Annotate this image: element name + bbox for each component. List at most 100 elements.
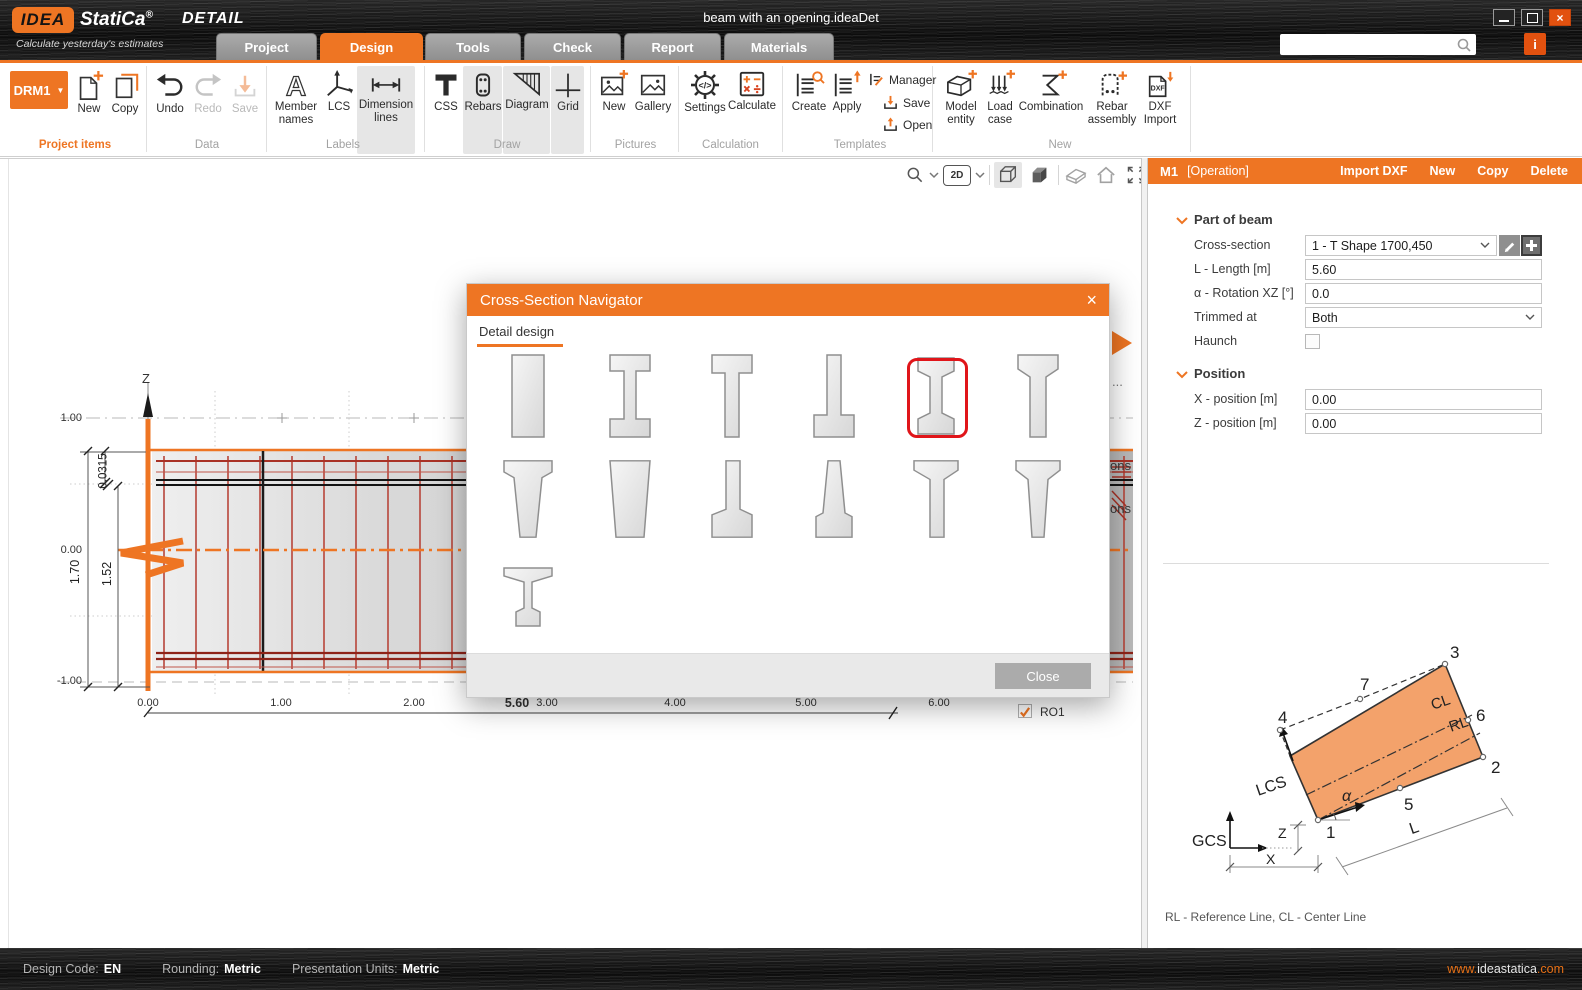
save-button[interactable]: Save — [227, 72, 263, 116]
zoom-dropdown-icon[interactable] — [929, 171, 939, 179]
diagram-point-label: 6 — [1476, 706, 1485, 726]
z-position-label: Z - position [m] — [1194, 416, 1277, 430]
z-position-input[interactable] — [1305, 413, 1542, 434]
diagram-button[interactable]: Diagram — [504, 70, 550, 112]
calculator-icon — [737, 69, 767, 99]
css-button[interactable]: CSS — [430, 70, 462, 114]
info-button[interactable]: i — [1524, 33, 1546, 55]
rotation-input[interactable] — [1305, 283, 1542, 304]
close-button[interactable]: × — [1549, 9, 1571, 26]
t-section-icon — [432, 70, 460, 100]
clip-view-icon[interactable] — [1063, 165, 1089, 185]
add-cross-section-button[interactable] — [1521, 235, 1542, 256]
combination-button[interactable]: Combination — [1018, 70, 1084, 114]
shape-t-flange-web-taper[interactable] — [1006, 459, 1070, 539]
shape-t-section[interactable] — [700, 353, 764, 439]
load-case-button[interactable]: Load case — [981, 70, 1019, 127]
x-position-input[interactable] — [1305, 389, 1542, 410]
dxf-import-button[interactable]: DXF DXF Import — [1138, 70, 1182, 127]
shape-t-tapered[interactable] — [1006, 353, 1070, 439]
calculate-button[interactable]: Calculate — [729, 69, 775, 113]
length-input[interactable] — [1305, 259, 1542, 280]
view-2d-button[interactable]: 2D — [943, 165, 971, 186]
clipped-label: ons — [1110, 501, 1131, 516]
home-view-icon[interactable] — [1093, 165, 1119, 185]
template-create-button[interactable]: Create — [789, 70, 829, 114]
tab-tools[interactable]: Tools — [425, 33, 521, 60]
minimize-button[interactable] — [1493, 9, 1515, 26]
grid-button[interactable]: Grid — [552, 70, 584, 114]
member-names-button[interactable]: A Member names — [270, 70, 322, 127]
length-label: L - Length [m] — [1194, 262, 1271, 276]
minimize-icon — [1499, 20, 1509, 22]
dimension-lines-button[interactable]: Dimension lines — [358, 70, 414, 125]
dialog-tab-detail-design[interactable]: Detail design — [479, 324, 554, 339]
import-dxf-button[interactable]: Import DXF — [1340, 164, 1407, 178]
gallery-button[interactable]: Gallery — [632, 70, 674, 114]
delete-operation-button[interactable]: Delete — [1530, 164, 1568, 178]
tab-check[interactable]: Check — [524, 33, 621, 60]
shape-t-flange-taper[interactable] — [904, 459, 968, 539]
search-input[interactable] — [1285, 35, 1456, 54]
rebars-button[interactable]: Rebars — [464, 70, 502, 114]
template-save-button[interactable]: Save — [883, 95, 930, 110]
tab-design[interactable]: Design — [320, 33, 423, 60]
diagram-alpha-label: α — [1342, 788, 1351, 806]
solid-view-icon[interactable] — [1026, 162, 1054, 188]
haunch-checkbox[interactable] — [1305, 334, 1320, 349]
template-apply-button[interactable]: Apply — [829, 70, 865, 114]
tab-materials[interactable]: Materials — [724, 33, 834, 60]
grid-cross-icon — [554, 70, 582, 100]
trimmed-at-select[interactable]: Both — [1305, 307, 1542, 328]
drm1-selector[interactable]: DRM1 ▼ — [10, 71, 68, 109]
dialog-close-icon[interactable]: × — [1086, 291, 1097, 309]
lcs-button[interactable]: LCS — [324, 70, 354, 114]
shape-rectangle[interactable] — [496, 353, 560, 439]
dialog-close-button[interactable]: Close — [995, 663, 1091, 689]
flyout-arrow-icon — [1112, 331, 1132, 355]
settings-button[interactable]: </> Settings — [683, 69, 727, 115]
shape-i-section[interactable] — [598, 353, 662, 439]
hatched-diagram-icon — [512, 70, 542, 98]
shape-t-taper-web[interactable] — [496, 459, 560, 539]
new-operation-button[interactable]: New — [1430, 164, 1456, 178]
shape-trapezoid[interactable] — [598, 459, 662, 539]
shape-inverted-t-tapered[interactable] — [700, 459, 764, 539]
section-chevron-icon[interactable] — [1176, 370, 1188, 379]
picture-new-button[interactable]: New — [597, 70, 631, 114]
section-chevron-icon[interactable] — [1176, 216, 1188, 225]
shape-bulb-t[interactable] — [500, 566, 556, 628]
template-open-button[interactable]: Open — [883, 117, 932, 132]
group-label-templates: Templates — [800, 139, 920, 151]
panel-splitter[interactable] — [1141, 158, 1148, 948]
maximize-button[interactable] — [1521, 9, 1543, 26]
ro1-checkbox[interactable] — [1018, 704, 1032, 718]
module-name: DETAIL — [182, 10, 245, 28]
copy-project-item-button[interactable]: Copy — [108, 70, 142, 116]
x-axis-label: 1.00 — [264, 697, 298, 709]
undo-button[interactable]: Undo — [152, 72, 188, 116]
fit-view-icon[interactable] — [1123, 165, 1141, 185]
rebar-assembly-button[interactable]: Rebar assembly — [1086, 70, 1138, 127]
copy-operation-button[interactable]: Copy — [1477, 164, 1508, 178]
template-apply-icon — [831, 70, 863, 100]
tab-report[interactable]: Report — [624, 33, 721, 60]
model-entity-icon — [944, 70, 978, 100]
website-link[interactable]: www.ideastatica.com — [1447, 962, 1564, 976]
group-separator — [678, 66, 679, 152]
wireframe-view-icon[interactable] — [994, 162, 1022, 188]
shape-inverted-t[interactable] — [802, 353, 866, 439]
model-entity-button[interactable]: Model entity — [938, 70, 984, 127]
design-code-value: EN — [104, 962, 121, 976]
cross-section-select[interactable]: 1 - T Shape 1700,450 — [1305, 235, 1497, 256]
gear-icon: </> — [689, 69, 721, 101]
view-dropdown-icon[interactable] — [975, 171, 985, 179]
new-project-item-button[interactable]: New — [72, 70, 106, 116]
dialog-titlebar[interactable]: Cross-Section Navigator × — [467, 284, 1109, 316]
redo-button[interactable]: Redo — [190, 72, 226, 116]
shape-a-tapered[interactable] — [802, 459, 866, 539]
template-manager-button[interactable]: Manager — [869, 72, 936, 87]
edit-cross-section-button[interactable] — [1499, 235, 1520, 256]
tab-project[interactable]: Project — [216, 33, 317, 60]
zoom-tool-icon[interactable] — [905, 165, 925, 185]
